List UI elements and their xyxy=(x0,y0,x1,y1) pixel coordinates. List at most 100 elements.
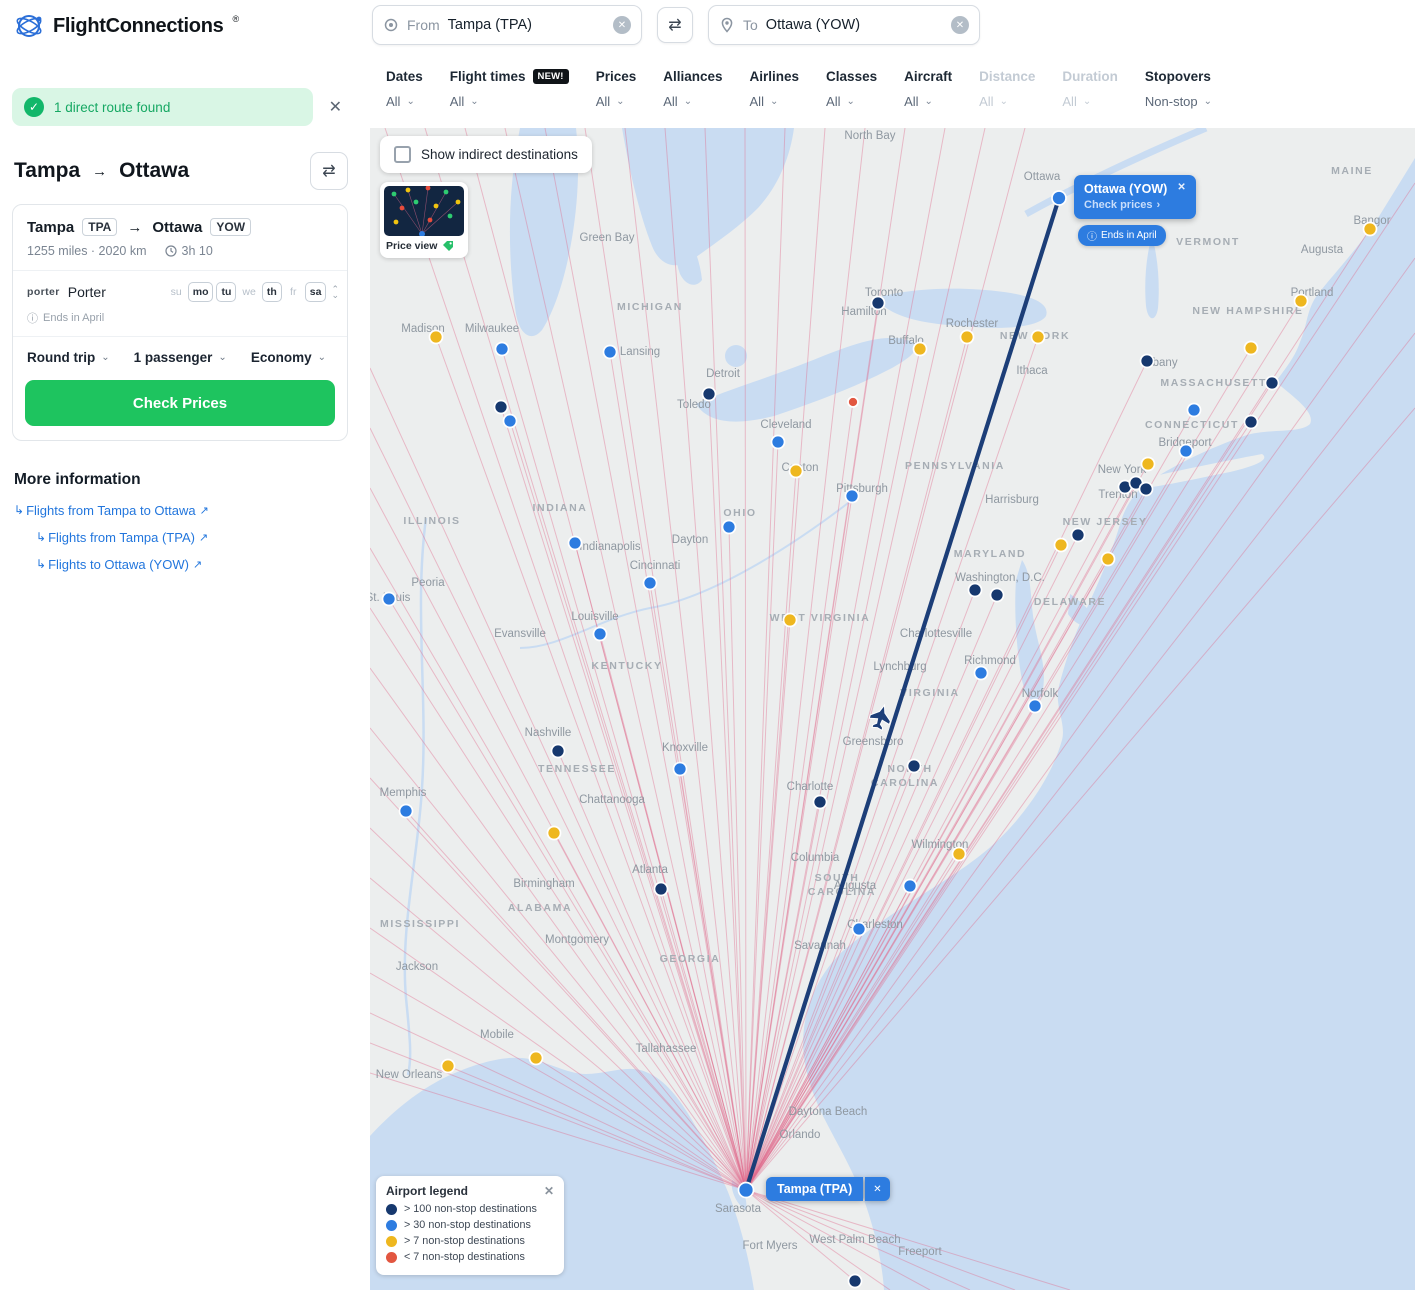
airport-dot[interactable] xyxy=(872,297,885,310)
filter-stopovers[interactable]: StopoversNon-stop⌄ xyxy=(1145,69,1212,128)
airport-dot[interactable] xyxy=(1032,331,1045,344)
clear-to-icon[interactable]: ✕ xyxy=(951,16,969,34)
airport-dot[interactable] xyxy=(674,763,687,776)
arrow-right-icon: → xyxy=(92,163,107,180)
airport-dot[interactable] xyxy=(1055,539,1068,552)
direct-route xyxy=(746,198,1059,1190)
airport-dot[interactable] xyxy=(1029,700,1042,713)
page-title: Tampa → Ottawa xyxy=(14,159,189,183)
check-prices-button[interactable]: Check Prices xyxy=(25,380,335,426)
origin-marker-label[interactable]: Tampa (TPA) ✕ xyxy=(766,1177,890,1201)
airport-dot[interactable] xyxy=(1364,223,1377,236)
airport-dot[interactable] xyxy=(969,584,982,597)
legend-item: > 7 non-stop destinations xyxy=(386,1235,554,1247)
airport-dot[interactable] xyxy=(496,343,509,356)
airport-dot[interactable] xyxy=(908,760,921,773)
airport-dot[interactable] xyxy=(953,848,966,861)
brand-logo[interactable]: FlightConnections ® xyxy=(0,11,239,41)
airport-dot[interactable] xyxy=(644,577,657,590)
filter-alliances[interactable]: AlliancesAll⌄ xyxy=(663,69,722,128)
airport-dot[interactable] xyxy=(961,331,974,344)
airport-dot[interactable] xyxy=(552,745,565,758)
close-icon[interactable]: ✕ xyxy=(865,1177,889,1201)
airport-dot[interactable] xyxy=(772,436,785,449)
airport-dot[interactable] xyxy=(790,465,803,478)
airport-dot[interactable] xyxy=(548,827,561,840)
trip-type-select[interactable]: Round trip ⌄ xyxy=(27,350,110,365)
filter-classes[interactable]: ClassesAll⌄ xyxy=(826,69,877,128)
filter-duration[interactable]: DurationAll⌄ xyxy=(1062,69,1118,128)
more-info-link[interactable]: ↳Flights from Tampa to Ottawa↗ xyxy=(14,503,209,518)
tooltip-check-prices[interactable]: Check prices › xyxy=(1084,199,1186,211)
airport-dot[interactable] xyxy=(1188,404,1201,417)
close-icon[interactable]: ✕ xyxy=(544,1184,554,1198)
day-tu: tu xyxy=(216,282,236,302)
airport-dot[interactable] xyxy=(383,593,396,606)
route-from-city: Tampa xyxy=(27,219,74,236)
airport-dot[interactable] xyxy=(604,346,617,359)
airport-dot[interactable] xyxy=(1245,416,1258,429)
airport-dot[interactable] xyxy=(853,923,866,936)
airport-dot[interactable] xyxy=(723,521,736,534)
filter-airlines[interactable]: AirlinesAll⌄ xyxy=(750,69,800,128)
airport-dot[interactable] xyxy=(569,537,582,550)
airport-dot[interactable] xyxy=(1295,295,1308,308)
from-field[interactable]: From Tampa (TPA) ✕ xyxy=(372,5,642,45)
airport-dot[interactable] xyxy=(495,401,508,414)
airport-dot[interactable] xyxy=(814,796,827,809)
cabin-class-select[interactable]: Economy ⌄ xyxy=(251,350,326,365)
price-view-button[interactable]: Price view xyxy=(380,182,468,258)
airport-dot[interactable] xyxy=(400,805,413,818)
airport-dot[interactable] xyxy=(504,415,517,428)
origin-dot[interactable] xyxy=(739,1183,754,1198)
airport-dot[interactable] xyxy=(784,614,797,627)
airport-dot[interactable] xyxy=(530,1052,543,1065)
filter-distance[interactable]: DistanceAll⌄ xyxy=(979,69,1035,128)
show-indirect-toggle[interactable]: Show indirect destinations xyxy=(380,136,592,173)
airport-dot[interactable] xyxy=(1245,342,1258,355)
airport-dot[interactable] xyxy=(975,667,988,680)
airport-dot[interactable] xyxy=(1102,553,1115,566)
airport-dot[interactable] xyxy=(703,388,716,401)
destination-dot[interactable] xyxy=(1052,191,1066,205)
airport-dot[interactable] xyxy=(849,1275,862,1288)
more-info-link[interactable]: ↳Flights to Ottawa (YOW)↗ xyxy=(36,557,202,572)
airline-scroll-icon[interactable]: ⌃ ⌄ xyxy=(331,286,339,298)
close-icon[interactable]: ✕ xyxy=(1177,182,1185,193)
route-map[interactable]: MICHIGANNEW YORKPENNSYLVANIAOHIOINDIANAI… xyxy=(370,128,1415,1290)
destination-tooltip[interactable]: Ottawa (YOW) ✕ Check prices › xyxy=(1074,175,1196,219)
airport-dot[interactable] xyxy=(848,397,858,407)
clear-from-icon[interactable]: ✕ xyxy=(613,16,631,34)
title-from: Tampa xyxy=(14,159,80,183)
airport-dot[interactable] xyxy=(430,331,443,344)
airport-dot[interactable] xyxy=(846,490,859,503)
filter-aircraft[interactable]: AircraftAll⌄ xyxy=(904,69,952,128)
airport-dot[interactable] xyxy=(1266,377,1279,390)
price-tag-icon xyxy=(442,240,454,252)
airport-dot[interactable] xyxy=(991,589,1004,602)
airport-dot[interactable] xyxy=(655,883,668,896)
airport-dot[interactable] xyxy=(904,880,917,893)
airport-dot[interactable] xyxy=(1141,355,1154,368)
airport-dot[interactable] xyxy=(1072,529,1085,542)
airline-row[interactable]: porter Porter sumotuwethfrsa ⌃ ⌄ xyxy=(13,271,347,304)
swap-route-button[interactable]: ⇄ xyxy=(657,7,693,43)
airport-dot[interactable] xyxy=(594,628,607,641)
ends-in-april-pill: ⓘ Ends in April xyxy=(1078,225,1166,246)
filter-flight-times[interactable]: Flight timesNEW!All⌄ xyxy=(450,69,569,128)
passengers-select[interactable]: 1 passenger ⌄ xyxy=(134,350,227,365)
airport-dot[interactable] xyxy=(914,343,927,356)
filter-dates[interactable]: DatesAll⌄ xyxy=(386,69,423,128)
airport-dot[interactable] xyxy=(442,1060,455,1073)
airport-dot[interactable] xyxy=(1142,458,1155,471)
airport-dot[interactable] xyxy=(1180,445,1193,458)
more-info-link[interactable]: ↳Flights from Tampa (TPA)↗ xyxy=(36,530,208,545)
filter-prices[interactable]: PricesAll⌄ xyxy=(596,69,637,128)
airport-dot[interactable] xyxy=(1140,483,1153,496)
banner-close-icon[interactable]: ✕ xyxy=(321,93,350,121)
price-view-label: Price view xyxy=(386,240,437,252)
swap-title-button[interactable]: ⇄ xyxy=(310,152,348,190)
title-to: Ottawa xyxy=(119,159,189,183)
indirect-checkbox[interactable] xyxy=(394,146,411,163)
to-field[interactable]: To Ottawa (YOW) ✕ xyxy=(708,5,980,45)
